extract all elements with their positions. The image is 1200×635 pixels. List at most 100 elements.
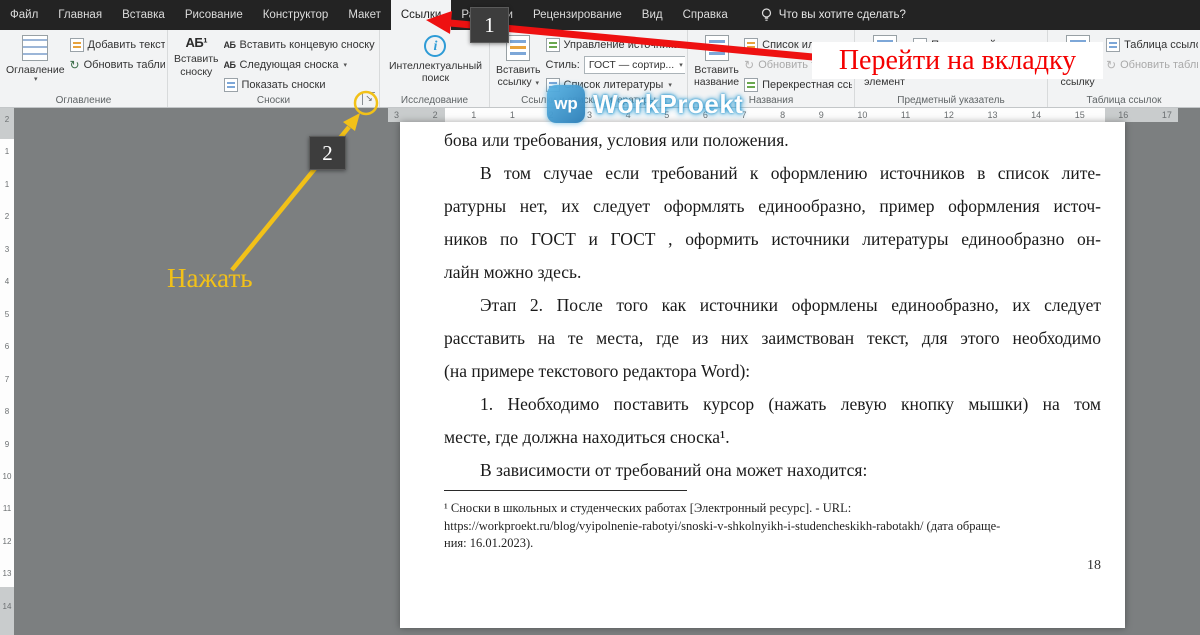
style-label: Стиль: <box>546 59 580 71</box>
ruler-num: 10 <box>3 472 12 481</box>
toc-button-label: Оглавление <box>6 64 65 76</box>
tab-references[interactable]: Ссылки <box>391 0 452 30</box>
group-label-footnotes: Сноски <box>168 95 379 106</box>
document-page[interactable]: бова или требования, условия или положен… <box>400 122 1125 628</box>
annotation-goto-tab-label: Перейти на вкладку <box>812 42 1103 79</box>
vertical-ruler[interactable]: 211234567891011121314 <box>0 107 14 635</box>
tab-view[interactable]: Вид <box>632 0 673 30</box>
insert-toa-button[interactable]: Таблица ссылок <box>1106 35 1198 54</box>
manage-sources-button[interactable]: Управление источниками <box>546 35 685 54</box>
footnote-separator <box>444 490 687 491</box>
chevron-down-icon: ▾ <box>536 80 540 87</box>
ruler-num: 14 <box>1031 110 1041 120</box>
toc-icon <box>22 35 48 61</box>
ruler-num: 5 <box>5 310 9 319</box>
next-footnote-button[interactable]: АБ Следующая сноска ▾ <box>224 55 375 74</box>
tab-draw[interactable]: Рисование <box>175 0 253 30</box>
update-toa-button: ↻ Обновить таблицу <box>1106 55 1198 74</box>
show-notes-label: Показать сноски <box>242 79 326 91</box>
ruler-num: 1 <box>5 180 9 189</box>
refresh-icon: ↻ <box>70 58 80 72</box>
style-value: ГОСТ — сортир... <box>589 59 674 71</box>
style-combobox[interactable]: ГОСТ — сортир... ▾ <box>584 56 685 74</box>
workproekt-watermark: wp WorkProekt <box>547 85 743 123</box>
chevron-down-icon: ▾ <box>34 76 38 84</box>
info-icon: i <box>424 35 446 57</box>
doc-line: месте, где должна находиться сноска¹. <box>444 421 1101 454</box>
group-table-of-contents: Оглавление ▾ Добавить текст ▾ ↻ Обновить… <box>0 30 168 107</box>
ribbon-tab-bar: Файл Главная Вставка Рисование Конструкт… <box>0 0 1200 30</box>
update-toa-label: Обновить таблицу <box>1120 59 1198 71</box>
ruler-num: 1 <box>5 147 9 156</box>
tell-me-label: Что вы хотите сделать? <box>779 9 906 21</box>
horizontal-ruler[interactable]: 3211234567891011121314151617 <box>388 108 1178 122</box>
annotation-click-label: Нажать <box>167 263 253 294</box>
insert-citation-icon <box>506 35 530 61</box>
ruler-num: 9 <box>5 440 9 449</box>
ruler-num: 13 <box>987 110 997 120</box>
add-text-button[interactable]: Добавить текст ▾ <box>70 35 165 54</box>
group-label-toa: Таблица ссылок <box>1048 95 1200 106</box>
show-notes-button[interactable]: Показать сноски <box>224 75 375 94</box>
show-notes-icon <box>224 78 238 92</box>
figures-list-icon <box>744 38 758 52</box>
ruler-num: 10 <box>857 110 867 120</box>
tell-me-box[interactable]: Что вы хотите сделать? <box>760 0 906 30</box>
footnote-text: ¹ Сноски в школьных и студенческих работ… <box>444 500 1092 553</box>
add-text-label: Добавить текст <box>88 39 165 51</box>
annotation-step-2-badge: 2 <box>309 136 346 170</box>
group-footnotes: АБ¹ Вставить сноску АБ Вставить концевую… <box>168 30 380 107</box>
ruler-num: 15 <box>1075 110 1085 120</box>
ruler-num: 8 <box>5 407 9 416</box>
next-footnote-label: Следующая сноска <box>239 59 338 71</box>
update-toc-label: Обновить таблицу <box>84 59 165 71</box>
ruler-num: 4 <box>5 277 9 286</box>
insert-caption-button[interactable]: Вставить название <box>692 33 741 91</box>
tab-file[interactable]: Файл <box>0 0 48 30</box>
endnote-ab-icon: АБ <box>224 40 236 50</box>
ruler-num: 1 <box>510 110 515 120</box>
insert-endnote-button[interactable]: АБ Вставить концевую сноску <box>224 35 375 54</box>
insert-caption-label-1: Вставить <box>694 64 739 76</box>
document-text: бова или требования, условия или положен… <box>444 124 1101 487</box>
manage-sources-label: Управление источниками <box>564 39 685 51</box>
ruler-num: 2 <box>5 212 9 221</box>
toc-button[interactable]: Оглавление ▾ <box>4 33 67 87</box>
tab-layout[interactable]: Макет <box>338 0 391 30</box>
tab-insert[interactable]: Вставка <box>112 0 175 30</box>
group-label-research: Исследование <box>380 95 489 106</box>
update-toc-button[interactable]: ↻ Обновить таблицу <box>70 55 165 74</box>
ruler-num: 12 <box>944 110 954 120</box>
footnote-ab1-icon: АБ¹ <box>185 35 207 50</box>
ruler-num: 17 <box>1162 110 1172 120</box>
doc-line: бова или требования, условия или положен… <box>444 124 1101 157</box>
footnote-line: ния: 16.01.2023). <box>444 535 1092 553</box>
workproekt-logo-text: WorkProekt <box>593 89 743 120</box>
lightbulb-icon <box>760 8 773 22</box>
ruler-num: 2 <box>433 110 438 120</box>
insert-footnote-button[interactable]: АБ¹ Вставить сноску <box>172 33 221 80</box>
annotation-step-1-badge: 1 <box>470 7 509 43</box>
doc-line: ратурны нет, их следует оформлять единоо… <box>444 190 1101 223</box>
insert-footnote-label-2: сноску <box>180 66 212 78</box>
ruler-numbers: 3211234567891011121314151617 <box>388 108 1178 122</box>
refresh-icon: ↻ <box>1106 58 1116 72</box>
yellow-arrow-head <box>343 113 360 131</box>
tab-help[interactable]: Справка <box>673 0 738 30</box>
tab-review[interactable]: Рецензирование <box>523 0 632 30</box>
insert-footnote-label-1: Вставить <box>174 53 219 65</box>
tab-home[interactable]: Главная <box>48 0 112 30</box>
doc-line: ников по ГОСТ и ГОСТ , оформить источник… <box>444 223 1101 256</box>
ruler-num: 14 <box>3 602 12 611</box>
style-row: Стиль: ГОСТ — сортир... ▾ <box>546 55 685 74</box>
cross-reference-label: Перекрестная ссылка <box>762 79 852 91</box>
next-footnote-icon: АБ <box>224 60 236 70</box>
footnote-line: https://workproekt.ru/blog/vyipolnenie-r… <box>444 518 1092 536</box>
refresh-icon: ↻ <box>744 58 754 72</box>
word-window: Файл Главная Вставка Рисование Конструкт… <box>0 0 1200 635</box>
insert-toa-icon <box>1106 38 1120 52</box>
tab-design[interactable]: Конструктор <box>253 0 339 30</box>
manage-sources-icon <box>546 38 560 52</box>
insert-citation-label-2: ссылку <box>497 76 531 88</box>
group-label-toc: Оглавление <box>0 95 167 106</box>
